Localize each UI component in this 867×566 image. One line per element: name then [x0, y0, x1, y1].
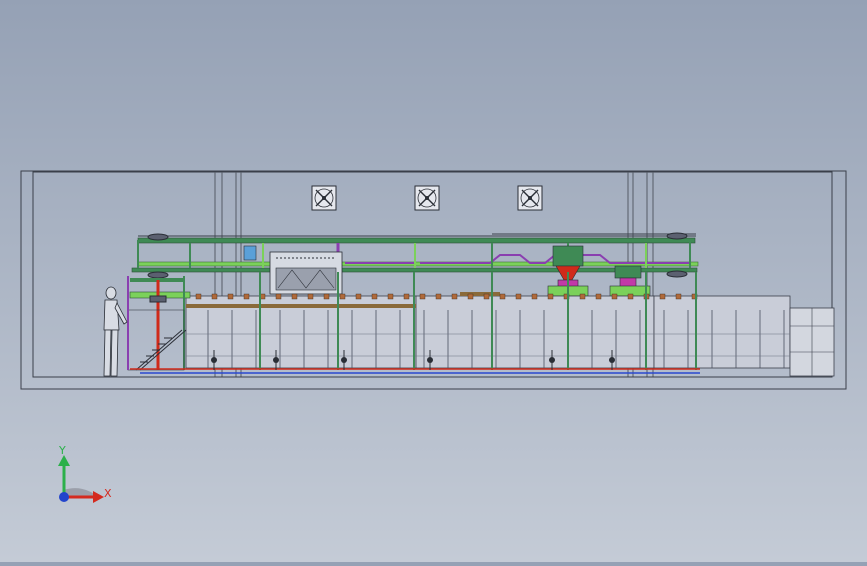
rim-stud — [403, 293, 410, 300]
exhaust-fan-icon — [311, 185, 337, 211]
rim-stud — [595, 293, 602, 300]
rim-stud — [227, 293, 234, 300]
coordinate-triad: Y X — [58, 444, 112, 503]
rim-stud — [515, 293, 522, 300]
rim-stud — [291, 293, 298, 300]
rim-stud — [387, 293, 394, 300]
rim-stud — [579, 293, 586, 300]
rim-stud — [467, 293, 474, 300]
cad-viewport[interactable]: Y X — [0, 0, 867, 562]
rim-stud — [211, 293, 218, 300]
x-axis-label: X — [104, 487, 112, 500]
operator-figure — [103, 286, 128, 377]
y-axis-label: Y — [58, 444, 66, 457]
exhaust-fans — [311, 185, 543, 211]
rim-stud — [547, 293, 554, 300]
rim-stud — [419, 293, 426, 300]
exhaust-fan-icon — [414, 185, 440, 211]
rim-stud — [531, 293, 538, 300]
loading-station — [127, 276, 187, 371]
cad-drawing: Y X — [20, 170, 847, 503]
rim-stud — [627, 293, 634, 300]
rim-stud — [355, 293, 362, 300]
rim-stud — [659, 293, 666, 300]
rim-stud — [371, 293, 378, 300]
rim-stud — [307, 293, 314, 300]
rim-stud — [275, 293, 282, 300]
rim-stud — [243, 293, 250, 300]
rim-stud — [323, 293, 330, 300]
rim-stud — [435, 293, 442, 300]
rim-stud — [339, 293, 346, 300]
tank-line — [185, 292, 835, 377]
rim-stud — [483, 293, 490, 300]
upper-pipe-rack — [131, 232, 699, 279]
exhaust-fan-icon — [517, 185, 543, 211]
rim-stud — [675, 293, 682, 300]
rim-stud — [499, 293, 506, 300]
z-axis-origin — [59, 492, 69, 502]
rim-stud — [611, 293, 618, 300]
rim-stud — [195, 293, 202, 300]
rim-stud — [451, 293, 458, 300]
